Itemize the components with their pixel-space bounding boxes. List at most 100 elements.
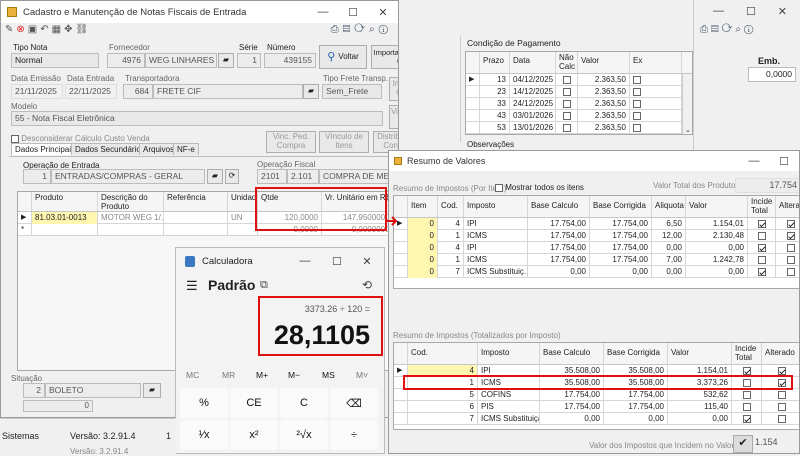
close-button[interactable]: ✕ [368,1,398,23]
minimize-button[interactable]: — [290,248,320,274]
divide-button[interactable]: ÷ [330,420,378,450]
checkbox[interactable] [786,219,795,228]
maximize-icon[interactable]: ☐ [746,5,756,18]
op-fiscal-cfop[interactable]: 2.101 [287,169,319,184]
edit-icon[interactable]: ✎ [5,24,16,35]
data-entrada-field[interactable]: 22/11/2025 [65,84,117,99]
info-icon[interactable]: ⓘ [379,24,392,35]
close-button[interactable]: ✕ [352,248,382,274]
fornecedor-code[interactable]: 4976 [107,53,145,68]
checkbox[interactable] [562,111,571,120]
table-row[interactable]: ▶ 0 4 IPI 17.754,00 17.754,00 6,50 1.154,01 [394,218,799,230]
situacao-name[interactable]: BOLETO [45,383,141,398]
transportadora-name[interactable]: FRETE CIF [153,84,303,99]
checkbox[interactable] [786,267,795,276]
ms-button[interactable]: MS [322,370,335,380]
checkbox[interactable] [777,402,786,411]
m-plus-button[interactable]: M+ [256,370,268,380]
tipo-frete-select[interactable]: Sem_Frete [322,84,382,99]
fornecedor-lookup-button[interactable]: ▰ [218,53,234,68]
checkbox[interactable] [757,267,766,276]
ce-button[interactable]: CE [230,388,278,418]
checkbox[interactable] [742,414,751,423]
checkbox[interactable] [742,366,751,375]
minimize-button[interactable]: — [739,151,769,171]
checkbox[interactable] [757,219,766,228]
keep-on-top-icon[interactable]: ⧉ [260,279,268,292]
checkbox[interactable] [777,366,786,375]
emb-field[interactable]: 0,0000 [748,67,796,82]
tab-dados-secundarios[interactable]: Dados Secundários [71,143,149,155]
voltar-button[interactable]: ⚲ Voltar [319,45,367,69]
undo-icon[interactable]: ↶ [40,24,51,35]
modelo-select[interactable]: 55 - Nota Fiscal Eletrônica [11,111,383,126]
mr-button[interactable]: MR [222,370,235,380]
minimize-icon[interactable]: — [713,5,724,17]
reciprocal-button[interactable]: ¹⁄x [180,420,228,450]
col-unidade[interactable]: Unidade [228,192,258,211]
table-row[interactable]: 6 PIS 17.754,00 17.754,00 115,40 [394,401,799,413]
op-fiscal-name[interactable]: COMPRA DE ME [319,169,398,184]
transportadora-code[interactable]: 684 [123,84,153,99]
report-icon[interactable]: ▤ [343,24,355,35]
menu-icon[interactable]: ☰ [186,278,198,294]
checkbox[interactable] [742,402,751,411]
fornecedor-name[interactable]: WEG LINHARES [145,53,217,68]
checkbox[interactable] [757,255,766,264]
table-row[interactable]: 0 7 ICMS Substituiç... 0,00 0,00 0,00 0,00 [394,266,799,278]
maximize-button[interactable]: ☐ [769,151,799,171]
op-entrada-name[interactable]: ENTRADAS/COMPRAS - GERAL [51,169,205,184]
col-produto[interactable]: Produto [32,192,98,211]
checkbox[interactable] [786,243,795,252]
report-icon[interactable]: ▤ [711,24,722,35]
situacao-code[interactable]: 2 [23,383,45,398]
checkbox[interactable] [633,123,641,132]
tipo-nota-select[interactable]: Normal [11,53,99,68]
c-button[interactable]: C [280,388,328,418]
checkbox[interactable] [633,87,641,96]
imp-pedido-button[interactable]: Imp Pedido/ Consultas [389,77,398,101]
checkbox[interactable] [777,414,786,423]
save-icon[interactable]: ▣ [28,24,40,35]
table-row[interactable]: 0 4 IPI 17.754,00 17.754,00 0,00 0,00 [394,242,799,254]
minimize-button[interactable]: — [308,1,338,23]
table-row[interactable]: ▶ 13 04/12/2025 2.363,50 [466,74,692,86]
vincular-button[interactable]: Vincular Pré-Recebim [389,105,398,129]
checkbox[interactable] [562,87,571,96]
mc-button[interactable]: MC [186,370,199,380]
search-icon[interactable]: ⌕ [369,24,379,35]
checkbox[interactable] [562,123,571,132]
percent-button[interactable]: % [180,388,228,418]
op-entrada-lookup-button[interactable]: ▰ [207,169,223,184]
info-icon[interactable]: ⓘ [744,24,756,35]
table-row[interactable]: 7ICMS Substituiçã...0,000,000,00 [394,413,799,425]
print-icon[interactable]: ⎙ [700,24,711,35]
m-minus-button[interactable]: M− [288,370,300,380]
numero-field[interactable]: 439155 [264,53,316,68]
col-referencia[interactable]: Referência [164,192,228,211]
scrollbar[interactable]: ⌄ [682,74,692,134]
desconsiderar-checkbox[interactable]: Desconsiderar Cálculo Custo Venda [11,134,150,143]
refresh-icon[interactable]: ⟳ [354,24,369,35]
print-icon[interactable]: ⎙ [331,24,343,35]
table-row[interactable]: 53 13/01/2026 2.363,50 [466,122,692,134]
table-row[interactable]: 23 14/12/2025 2.363,50 [466,86,692,98]
search-icon[interactable]: ⌕ [735,24,744,35]
memory-list-button[interactable]: M˅ [356,370,368,380]
bottom-field[interactable]: 0 [23,400,93,412]
checkbox[interactable] [633,75,641,84]
grid-icon[interactable]: ▦ [52,24,64,35]
close-icon[interactable]: ✕ [778,5,787,18]
checkbox[interactable] [562,99,571,108]
history-icon[interactable]: ⟲ [362,278,372,292]
tab-nfe[interactable]: NF-e [173,143,199,155]
maximize-button[interactable]: ☐ [322,248,352,274]
checkbox[interactable] [757,231,766,240]
checkbox[interactable] [742,390,751,399]
data-emissao-field[interactable]: 21/11/2025 [11,84,63,99]
checkbox[interactable] [786,255,795,264]
importar-button[interactable]: Importar NF-e/CT-e (Xml) [371,45,398,69]
vinc-ped-compra-button[interactable]: Vinc. Ped. Compra [266,131,316,153]
table-row[interactable]: 0 1 ICMS 17.754,00 17.754,00 7,00 1.242,78 [394,254,799,266]
move-icon[interactable]: ✥ [64,24,75,35]
